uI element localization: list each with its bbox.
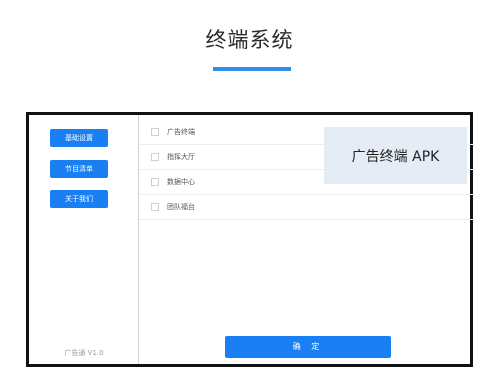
sidebar: 基础设置 节目清单 关于我们 广告通 V1.0 (29, 115, 139, 364)
list-item-label: 广告终端 (167, 128, 195, 136)
main-content: 广告终端 指挥大厅 数据中心 团队福台 广告终端 APK 确 定 (139, 115, 473, 364)
list-item-label: 数据中心 (167, 178, 195, 186)
list-item[interactable]: 团队福台 (139, 195, 473, 220)
title-underline (213, 67, 291, 71)
basic-settings-button[interactable]: 基础设置 (50, 129, 108, 147)
confirm-button[interactable]: 确 定 (225, 336, 391, 358)
checkbox[interactable] (151, 203, 159, 211)
checkbox[interactable] (151, 178, 159, 186)
checkbox[interactable] (151, 153, 159, 161)
about-us-button[interactable]: 关于我们 (50, 190, 108, 208)
page-title: 终端系统 (205, 28, 294, 52)
apk-label: 广告终端 APK (351, 148, 440, 165)
apk-label-panel: 广告终端 APK (324, 127, 467, 184)
version-label: 广告通 V1.0 (64, 349, 104, 357)
list-item-label: 指挥大厅 (167, 153, 195, 161)
list-item-label: 团队福台 (167, 203, 195, 211)
checkbox[interactable] (151, 128, 159, 136)
device-frame: 基础设置 节目清单 关于我们 广告通 V1.0 广告终端 指挥大厅 数据中心 团… (26, 112, 473, 367)
program-list-button[interactable]: 节目清单 (50, 160, 108, 178)
